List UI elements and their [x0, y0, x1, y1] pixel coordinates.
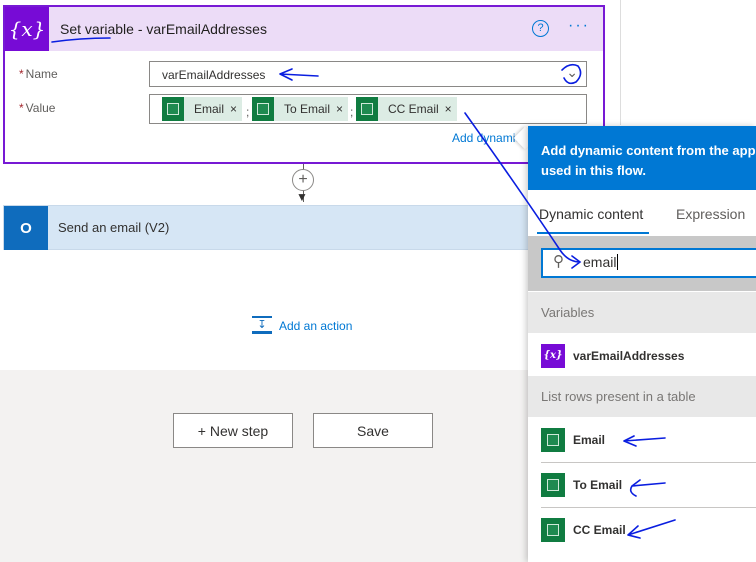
- annotation-arrow: [623, 435, 666, 447]
- annotation-arrow: [629, 479, 666, 497]
- annotation-arrow: [627, 519, 676, 539]
- annotation-arrow: [279, 68, 319, 81]
- annotation-line: [464, 112, 582, 269]
- annotation-circle: [561, 63, 582, 85]
- annotation-underline: [51, 37, 111, 43]
- annotation-overlay: [51, 37, 676, 539]
